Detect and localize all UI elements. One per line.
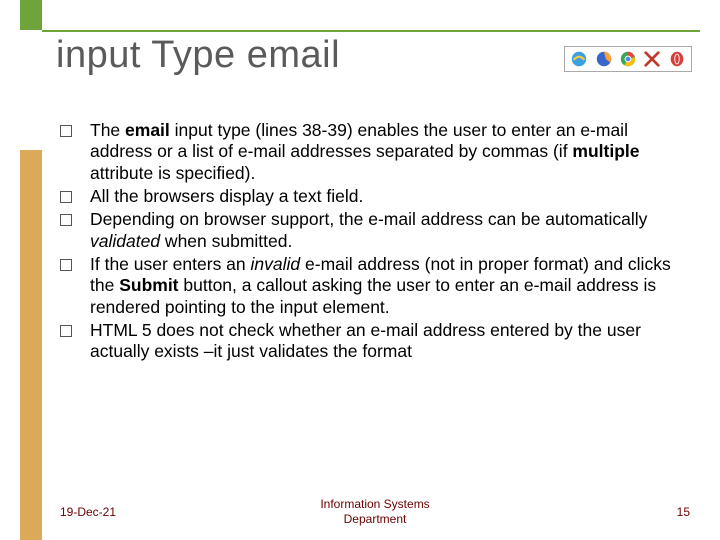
- bullet-square-icon: [60, 259, 72, 271]
- footer-center: Information Systems Department: [180, 497, 570, 526]
- chrome-icon: [619, 50, 637, 68]
- bullet-list: The email input type (lines 38-39) enabl…: [60, 120, 690, 365]
- bullet-square-icon: [60, 191, 72, 203]
- accent-sidebar: [20, 0, 42, 540]
- ie-icon: [570, 50, 588, 68]
- browser-support-badge: [564, 46, 692, 72]
- title-rule: [42, 30, 700, 32]
- footer-page-number: 15: [570, 505, 690, 519]
- slide-footer: 19-Dec-21 Information Systems Department…: [60, 497, 690, 526]
- bullet-text: The email input type (lines 38-39) enabl…: [90, 120, 690, 184]
- safari-x-icon: [643, 50, 661, 68]
- list-item: If the user enters an invalid e-mail add…: [60, 254, 690, 318]
- bullet-square-icon: [60, 325, 72, 337]
- bullet-text: All the browsers display a text field.: [90, 186, 363, 207]
- bullet-text: If the user enters an invalid e-mail add…: [90, 254, 690, 318]
- list-item: HTML 5 does not check whether an e-mail …: [60, 320, 690, 363]
- bullet-square-icon: [60, 214, 72, 226]
- firefox-icon: [595, 50, 613, 68]
- footer-date: 19-Dec-21: [60, 505, 180, 519]
- list-item: Depending on browser support, the e-mail…: [60, 209, 690, 252]
- list-item: The email input type (lines 38-39) enabl…: [60, 120, 690, 184]
- opera-icon: [668, 50, 686, 68]
- list-item: All the browsers display a text field.: [60, 186, 690, 207]
- bullet-text: Depending on browser support, the e-mail…: [90, 209, 690, 252]
- slide-title: input Type email: [56, 34, 340, 77]
- bullet-text: HTML 5 does not check whether an e-mail …: [90, 320, 690, 363]
- bullet-square-icon: [60, 125, 72, 137]
